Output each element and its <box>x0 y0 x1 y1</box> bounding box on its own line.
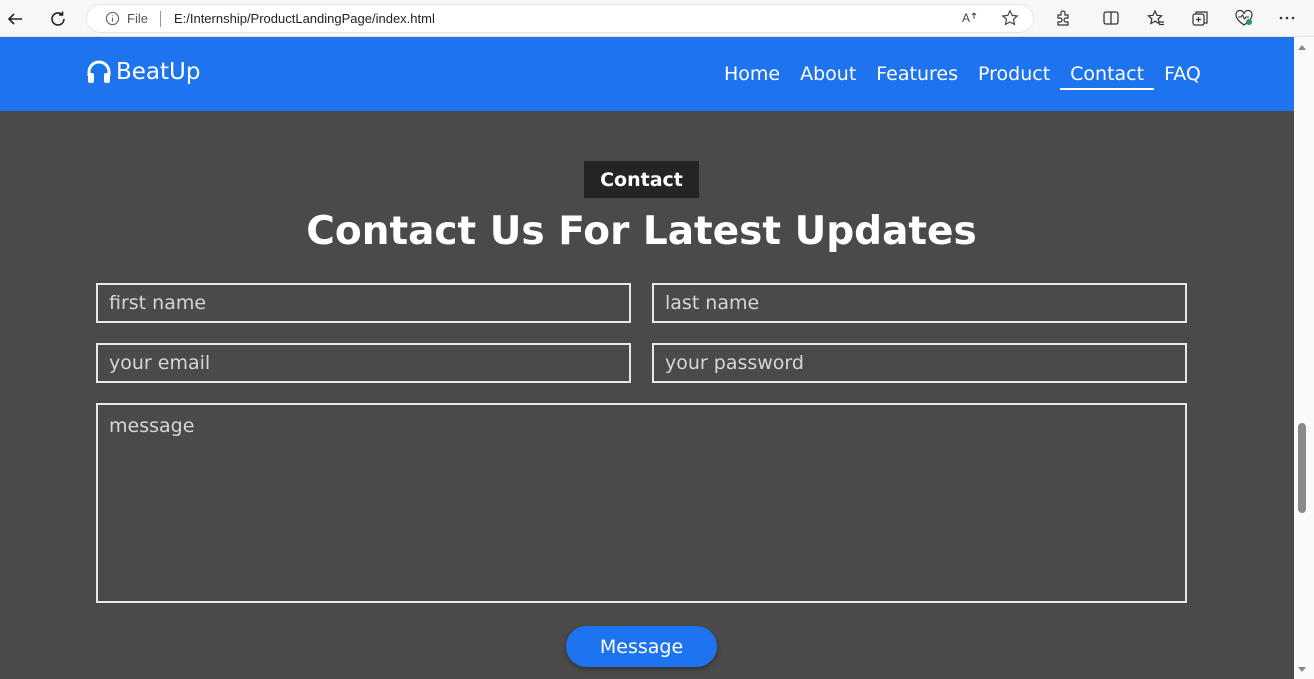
browser-essentials-icon[interactable] <box>1233 7 1255 29</box>
nav-link-about[interactable]: About <box>790 61 866 90</box>
address-bar[interactable]: File E:/Internship/ProductLandingPage/in… <box>86 4 1034 33</box>
read-aloud-icon[interactable]: A <box>959 7 981 29</box>
extensions-icon[interactable] <box>1052 7 1074 29</box>
message-textarea[interactable] <box>96 403 1187 603</box>
more-icon[interactable] <box>1276 7 1298 29</box>
scroll-up-arrow-icon[interactable] <box>1296 42 1308 52</box>
brand-logo[interactable]: BeatUp <box>86 59 200 85</box>
nav-links: Home About Features Product Contact FAQ <box>714 61 1211 90</box>
nav-link-faq[interactable]: FAQ <box>1154 61 1211 90</box>
refresh-icon[interactable] <box>45 6 71 32</box>
section-tag: Contact <box>584 161 699 198</box>
nav-link-product[interactable]: Product <box>968 61 1060 90</box>
page-title: Contact Us For Latest Updates <box>306 209 977 254</box>
url-text[interactable]: E:/Internship/ProductLandingPage/index.h… <box>174 11 435 26</box>
nav-link-home[interactable]: Home <box>714 61 790 90</box>
brand-name: BeatUp <box>116 59 201 85</box>
site-navbar: BeatUp Home About Features Product Conta… <box>0 37 1294 111</box>
nav-link-features[interactable]: Features <box>866 61 968 90</box>
browser-toolbar: File E:/Internship/ProductLandingPage/in… <box>0 0 1314 37</box>
page-viewport: BeatUp Home About Features Product Conta… <box>0 37 1294 679</box>
password-field[interactable] <box>652 343 1187 383</box>
info-icon[interactable] <box>105 11 120 26</box>
first-name-field[interactable] <box>96 283 631 323</box>
scrollbar-thumb[interactable] <box>1298 423 1306 513</box>
email-field[interactable] <box>96 343 631 383</box>
file-scheme-label: File <box>127 11 148 26</box>
back-icon[interactable] <box>2 6 28 32</box>
page-scrollbar[interactable] <box>1294 37 1314 679</box>
last-name-field[interactable] <box>652 283 1187 323</box>
address-divider <box>159 10 161 27</box>
favorite-star-icon[interactable] <box>999 7 1021 29</box>
split-screen-icon[interactable] <box>1100 7 1122 29</box>
scroll-down-arrow-icon[interactable] <box>1296 665 1308 675</box>
headphones-icon <box>87 60 111 83</box>
svg-text:A: A <box>962 11 970 25</box>
favorites-icon[interactable] <box>1145 7 1167 29</box>
nav-link-contact[interactable]: Contact <box>1060 61 1155 90</box>
message-submit-button[interactable]: Message <box>566 626 717 667</box>
collections-icon[interactable] <box>1189 7 1211 29</box>
